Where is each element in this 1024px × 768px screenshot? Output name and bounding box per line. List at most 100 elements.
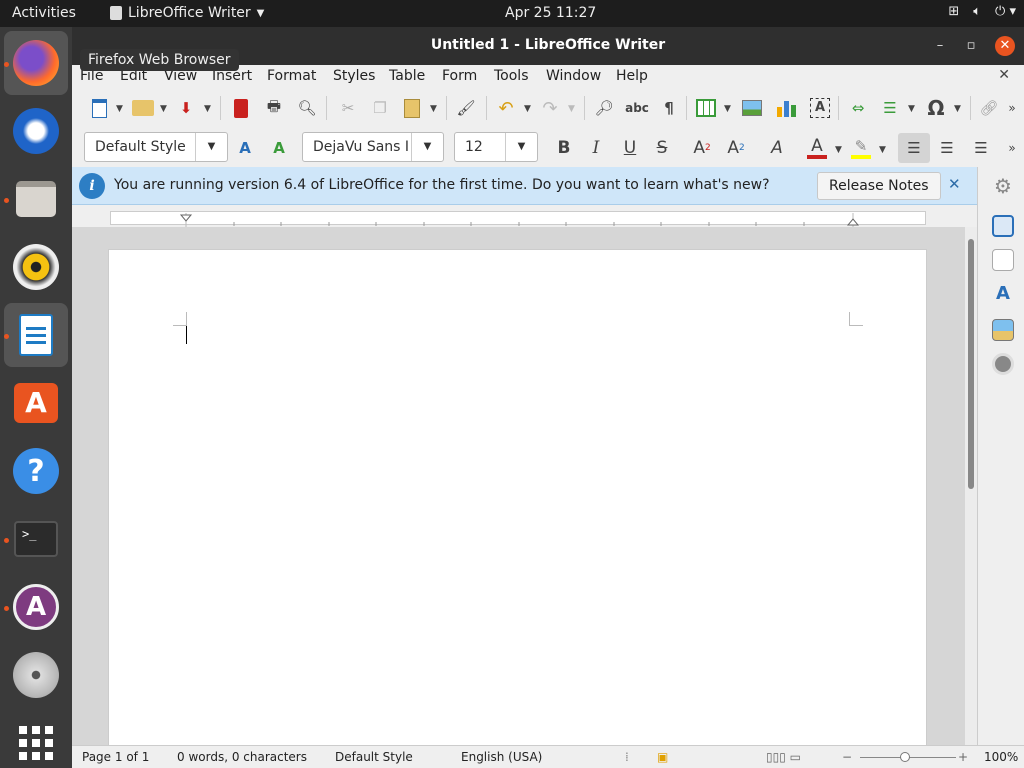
dock-item-files[interactable] xyxy=(4,167,68,231)
dock-item-thunderbird[interactable] xyxy=(4,99,68,163)
document-page[interactable] xyxy=(108,249,927,759)
properties-icon[interactable] xyxy=(992,215,1014,237)
superscript-icon[interactable]: A2 xyxy=(688,135,716,161)
chevron-down-icon[interactable]: ▼ xyxy=(835,145,842,155)
menu-format[interactable]: Format xyxy=(267,68,316,84)
close-document-icon[interactable]: ✕ xyxy=(998,67,1010,83)
insert-chart-icon[interactable] xyxy=(774,95,798,121)
chevron-down-icon[interactable]: ▼ xyxy=(879,145,886,155)
print-preview-icon[interactable]: 🔍︎ xyxy=(296,95,318,121)
zoom-slider-handle[interactable] xyxy=(900,752,910,762)
font-name-combo[interactable]: DejaVu Sans I ▼ xyxy=(302,132,444,162)
navigator-icon[interactable] xyxy=(992,353,1014,375)
minimize-button[interactable]: – xyxy=(930,36,950,56)
chevron-down-icon[interactable]: ▼ xyxy=(411,133,443,161)
clear-formatting-icon[interactable]: A xyxy=(764,135,790,161)
chevron-down-icon[interactable]: ▼ xyxy=(568,104,575,114)
menu-styles[interactable]: Styles xyxy=(333,68,375,84)
subscript-icon[interactable]: A2 xyxy=(722,135,750,161)
undo-icon[interactable]: ↶ xyxy=(494,95,518,121)
menu-window[interactable]: Window xyxy=(546,68,601,84)
sidebar-settings-icon[interactable]: ⚙ xyxy=(992,175,1014,197)
zoom-out-icon[interactable]: − xyxy=(842,750,852,764)
font-color-icon[interactable]: A xyxy=(804,135,830,161)
insert-table-icon[interactable] xyxy=(694,95,718,121)
menu-table[interactable]: Table xyxy=(389,68,425,84)
chevron-down-icon[interactable]: ▼ xyxy=(908,104,915,114)
export-pdf-icon[interactable] xyxy=(230,95,252,121)
app-menu[interactable]: LibreOffice Writer ▼ xyxy=(110,5,264,21)
copy-icon[interactable]: ❐ xyxy=(368,95,392,121)
dock-item-firefox[interactable] xyxy=(4,31,68,95)
close-icon[interactable]: ✕ xyxy=(948,175,961,193)
new-document-icon[interactable] xyxy=(88,95,110,121)
italic-icon[interactable]: I xyxy=(584,135,608,161)
redo-icon[interactable]: ↷ xyxy=(538,95,562,121)
menu-help[interactable]: Help xyxy=(616,68,648,84)
update-style-icon[interactable]: A xyxy=(232,135,258,161)
menu-tools[interactable]: Tools xyxy=(494,68,529,84)
maximize-button[interactable]: ▫ xyxy=(961,36,981,56)
insert-textbox-icon[interactable]: A xyxy=(808,95,832,121)
view-layout-icons[interactable]: ▯▯▯ ▭ xyxy=(766,750,801,764)
dock-item-software[interactable]: A xyxy=(4,371,68,435)
page-icon[interactable] xyxy=(992,249,1014,271)
underline-icon[interactable]: U xyxy=(618,135,642,161)
gallery-icon[interactable] xyxy=(992,319,1014,341)
release-notes-button[interactable]: Release Notes xyxy=(817,172,941,200)
dock-item-writer[interactable] xyxy=(4,303,68,367)
dock-item-updater[interactable]: A xyxy=(4,575,68,639)
page-style[interactable]: Default Style xyxy=(335,750,413,764)
clock[interactable]: Apr 25 11:27 xyxy=(505,5,596,21)
vertical-scrollbar[interactable] xyxy=(965,227,977,745)
insert-field-icon[interactable]: ☰ xyxy=(878,95,902,121)
more-tools-icon[interactable]: » xyxy=(1004,95,1020,121)
strikethrough-icon[interactable]: S xyxy=(650,135,674,161)
open-folder-icon[interactable] xyxy=(130,95,156,121)
new-style-icon[interactable]: A xyxy=(266,135,292,161)
dock-item-terminal[interactable]: >_ xyxy=(4,507,68,571)
chevron-down-icon[interactable]: ▼ xyxy=(204,104,211,114)
horizontal-ruler[interactable] xyxy=(110,211,926,227)
chevron-down-icon[interactable]: ▼ xyxy=(505,133,537,161)
save-icon[interactable]: ⬇ xyxy=(174,95,198,121)
bold-icon[interactable]: B xyxy=(552,135,576,161)
more-formatting-icon[interactable]: » xyxy=(1004,135,1020,161)
word-count[interactable]: 0 words, 0 characters xyxy=(177,750,307,764)
chevron-down-icon[interactable]: ▼ xyxy=(116,104,123,114)
cut-icon[interactable]: ✂ xyxy=(336,95,360,121)
formatting-marks-icon[interactable]: ¶ xyxy=(658,95,680,121)
paste-icon[interactable] xyxy=(400,95,424,121)
find-replace-icon[interactable]: 🔎︎ xyxy=(592,95,616,121)
dock-item-rhythmbox[interactable] xyxy=(4,235,68,299)
paragraph-style-combo[interactable]: Default Style ▼ xyxy=(84,132,228,162)
align-center-icon[interactable]: ☰ xyxy=(934,135,960,161)
close-window-button[interactable]: ✕ xyxy=(995,36,1015,56)
insert-mode-icon[interactable]: ⁞ xyxy=(625,750,629,764)
hyperlink-icon[interactable]: 🔗︎ xyxy=(978,95,1000,121)
chevron-down-icon[interactable]: ▼ xyxy=(524,104,531,114)
print-icon[interactable]: 🖶︎ xyxy=(262,95,286,121)
chevron-down-icon[interactable]: ▼ xyxy=(724,104,731,114)
zoom-level[interactable]: 100% xyxy=(984,750,1018,764)
document-modified-icon[interactable]: ▣ xyxy=(657,750,668,764)
dock-item-help[interactable]: ? xyxy=(4,439,68,503)
clone-formatting-icon[interactable]: 🖌︎ xyxy=(454,95,478,121)
activities-button[interactable]: Activities xyxy=(12,5,76,21)
dock-item-dvd[interactable] xyxy=(4,643,68,707)
insert-image-icon[interactable] xyxy=(740,95,764,121)
chevron-down-icon[interactable]: ▼ xyxy=(430,104,437,114)
spelling-icon[interactable]: abc xyxy=(624,95,650,121)
chevron-down-icon[interactable]: ▼ xyxy=(954,104,961,114)
language[interactable]: English (USA) xyxy=(461,750,542,764)
special-character-icon[interactable]: Ω xyxy=(924,95,948,121)
font-size-combo[interactable]: 12 ▼ xyxy=(454,132,538,162)
align-left-icon[interactable]: ☰ xyxy=(898,133,930,163)
insert-page-break-icon[interactable]: ⇔ xyxy=(846,95,870,121)
menu-form[interactable]: Form xyxy=(442,68,477,84)
align-right-icon[interactable]: ☰ xyxy=(968,135,994,161)
chevron-down-icon[interactable]: ▼ xyxy=(160,104,167,114)
scrollbar-thumb[interactable] xyxy=(968,239,974,489)
chevron-down-icon[interactable]: ▼ xyxy=(195,133,227,161)
highlight-color-icon[interactable]: ✎ xyxy=(848,135,874,161)
